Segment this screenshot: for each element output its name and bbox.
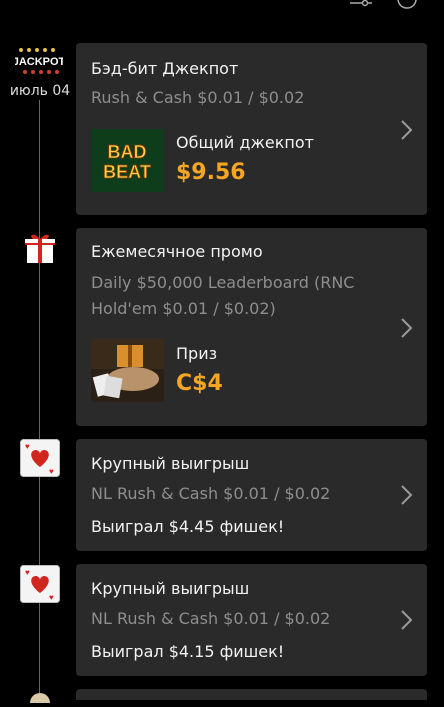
sliders-icon[interactable] (348, 0, 374, 14)
svg-text:BEAT: BEAT (103, 162, 151, 182)
heart-card-icon: ♥ ♥ (20, 439, 60, 477)
svg-text:♥: ♥ (49, 593, 54, 602)
svg-text:BAD: BAD (108, 142, 147, 162)
chevron-right-icon[interactable] (399, 484, 413, 506)
chevron-right-icon[interactable] (399, 119, 413, 141)
jackpot-badge-icon: JACKPOT (13, 46, 66, 76)
next-card-partial[interactable] (76, 689, 427, 700)
svg-text:♥: ♥ (25, 442, 30, 451)
gift-icon (24, 232, 56, 264)
partial-item-icon (26, 688, 54, 707)
card-title: Крупный выигрыш (91, 454, 250, 473)
bad-beat-thumbnail: BAD BEAT (91, 129, 164, 192)
jackpot-card[interactable]: Бэд-бит Джекпот Rush & Cash $0.01 / $0.0… (76, 43, 427, 215)
card-subtitle-line2: Hold'em $0.01 / $0.02) (91, 299, 276, 318)
svg-text:♥: ♥ (25, 568, 30, 577)
jackpot-amount: $9.56 (176, 160, 246, 185)
promo-thumbnail (91, 339, 164, 402)
timeline-line (39, 100, 40, 700)
prize-amount: C$4 (176, 371, 223, 396)
promo-card[interactable]: Ежемесячное промо Daily $50,000 Leaderbo… (76, 228, 427, 426)
card-subtitle: Rush & Cash $0.01 / $0.02 (91, 88, 305, 107)
top-bar (0, 0, 444, 22)
card-subtitle-line1: Daily $50,000 Leaderboard (RNC (91, 273, 355, 292)
card-subtitle: NL Rush & Cash $0.01 / $0.02 (91, 609, 331, 628)
win-text: Выиграл $4.45 фишек! (91, 517, 285, 536)
refresh-icon[interactable] (394, 0, 420, 14)
timeline-date: июль 04 (9, 83, 71, 99)
big-win-card[interactable]: Крупный выигрыш NL Rush & Cash $0.01 / $… (76, 439, 427, 551)
card-title: Бэд-бит Джекпот (91, 59, 239, 78)
svg-text:JACKPOT: JACKPOT (15, 56, 63, 68)
prize-label: Приз (176, 344, 218, 363)
win-text: Выиграл $4.15 фишек! (91, 642, 285, 661)
card-subtitle: NL Rush & Cash $0.01 / $0.02 (91, 484, 331, 503)
card-title: Крупный выигрыш (91, 579, 250, 598)
svg-text:♥: ♥ (49, 467, 54, 476)
chevron-right-icon[interactable] (399, 609, 413, 631)
jackpot-label: Общий джекпот (176, 133, 314, 152)
card-title: Ежемесячное промо (91, 242, 263, 261)
big-win-card[interactable]: Крупный выигрыш NL Rush & Cash $0.01 / $… (76, 564, 427, 676)
heart-card-icon: ♥ ♥ (20, 565, 60, 603)
chevron-right-icon[interactable] (399, 317, 413, 339)
